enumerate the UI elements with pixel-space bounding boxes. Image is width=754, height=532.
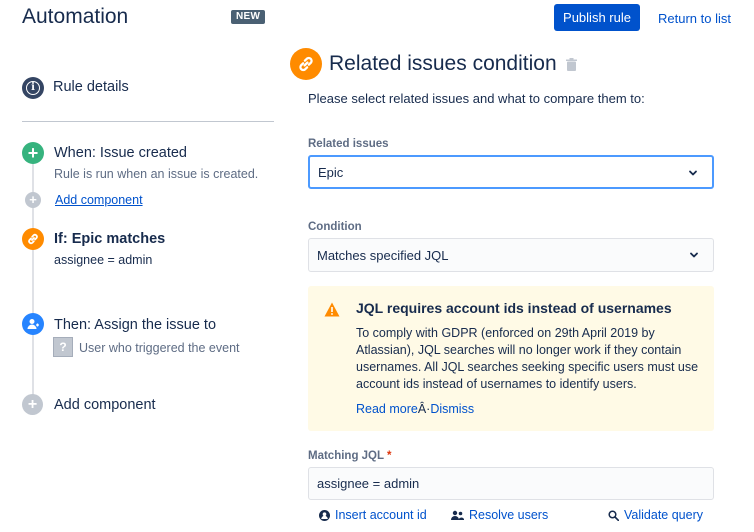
app-title: Automation [22, 5, 129, 28]
resolve-users-label: Resolve users [469, 508, 549, 522]
add-icon[interactable]: + [22, 394, 43, 415]
warning-links: Read moreÂ·Dismiss [356, 402, 474, 416]
new-badge: NEW [231, 10, 266, 24]
info-icon[interactable]: i [22, 77, 44, 99]
search-icon [608, 509, 619, 521]
return-to-list-link[interactable]: Return to list [658, 11, 731, 26]
gdpr-warning-banner: JQL requires account ids instead of user… [308, 286, 714, 431]
chevron-down-icon [689, 170, 697, 176]
condition-select[interactable]: Matches specified JQL [308, 238, 714, 272]
condition-component[interactable]: If: Epic matches [54, 231, 165, 247]
resolve-users-button[interactable]: Resolve users [451, 508, 548, 522]
page-title: Related issues condition [329, 52, 557, 75]
condition-label: Condition [308, 221, 362, 233]
panel-description: Please select related issues and what to… [308, 91, 645, 106]
assign-user-icon [22, 313, 44, 335]
link-separator: Â· [417, 402, 431, 416]
related-issues-label: Related issues [308, 138, 389, 150]
trigger-component[interactable]: When: Issue created [54, 145, 187, 161]
dismiss-link[interactable]: Dismiss [430, 402, 474, 416]
user-avatar-icon: ? [53, 337, 73, 357]
matching-jql-label: Matching JQL * [308, 450, 392, 462]
plus-icon: + [22, 142, 44, 164]
insert-account-id-button[interactable]: Insert account id [319, 508, 427, 522]
related-issues-select[interactable]: Epic [308, 155, 714, 189]
matching-jql-label-text: Matching JQL [308, 450, 384, 462]
validate-query-button[interactable]: Validate query [608, 508, 703, 522]
related-issues-value: Epic [318, 164, 344, 180]
rule-sidebar: Automation NEW i Rule details + When: Is… [0, 0, 290, 532]
read-more-link[interactable]: Read more [356, 402, 418, 416]
trash-icon[interactable] [566, 58, 577, 71]
insert-account-id-label: Insert account id [335, 508, 427, 522]
warning-icon [324, 302, 340, 317]
action-description: User who triggered the event [79, 341, 240, 355]
link-icon [290, 48, 322, 80]
publish-rule-button[interactable]: Publish rule [554, 4, 640, 31]
users-icon [451, 510, 464, 520]
condition-description: assignee = admin [54, 253, 153, 267]
sidebar-divider [22, 121, 274, 122]
warning-title: JQL requires account ids instead of user… [356, 300, 672, 316]
rule-details-item[interactable]: Rule details [53, 79, 129, 95]
warning-body: To comply with GDPR (enforced on 29th Ap… [356, 326, 699, 391]
add-component-link[interactable]: Add component [55, 193, 143, 207]
user-circle-icon [319, 509, 330, 521]
matching-jql-input[interactable] [308, 467, 714, 500]
required-marker: * [387, 450, 392, 462]
action-component[interactable]: Then: Assign the issue to [54, 317, 216, 333]
link-icon [22, 228, 44, 250]
trigger-description: Rule is run when an issue is created. [54, 167, 259, 181]
add-component-item[interactable]: Add component [54, 397, 156, 413]
validate-query-label: Validate query [624, 508, 703, 522]
condition-value: Matches specified JQL [317, 247, 449, 263]
add-small-icon[interactable]: + [25, 192, 41, 208]
chevron-down-icon [690, 252, 698, 258]
